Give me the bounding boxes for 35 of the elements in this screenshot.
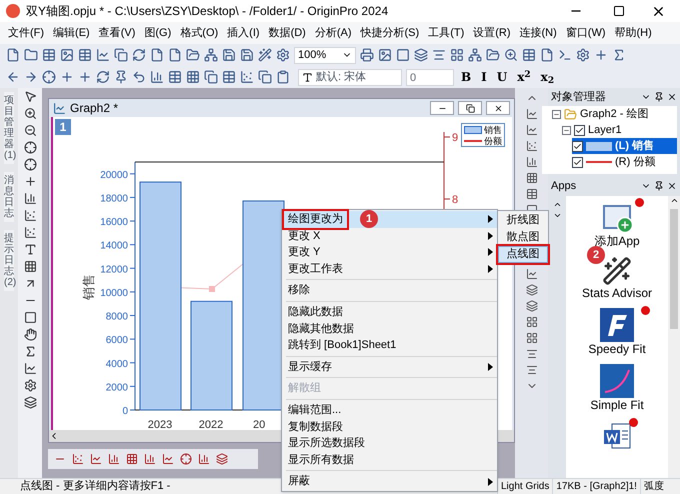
tree-label: Layer1 <box>588 122 622 138</box>
axis-tick-label: 0 <box>122 406 128 417</box>
axis-tick-label: 14000 <box>100 240 128 252</box>
app-label: Speedy Fit <box>588 342 646 356</box>
legend-label: 份额 <box>484 136 502 146</box>
legend-label: 销售 <box>484 124 502 134</box>
app-label: Stats Advisor <box>582 286 652 300</box>
graph-window-title: Graph2 * <box>70 100 120 117</box>
axis-tick-label: 12000 <box>100 264 128 276</box>
status-field: 弧度 <box>640 479 667 494</box>
axis-tick-label: 20 <box>253 419 266 431</box>
axis-title: 销售 <box>81 274 96 300</box>
axis-tick-label: 10000 <box>100 288 128 299</box>
panel-title: 对象管理器 <box>551 90 607 105</box>
window-title: 双Y轴图.opju * - C:\Users\ZSY\Desktop\ - /Folder1/ - OriginPro 2024 <box>26 3 390 20</box>
axis-tick-label: 2023 <box>148 419 172 431</box>
axis-tick-label: 4000 <box>106 358 128 370</box>
axis-tick-label: 9 <box>452 132 458 144</box>
callout-badge: 1 <box>360 210 378 228</box>
tree-label: (R) 份额 <box>615 154 656 170</box>
axis-tick-label: 6000 <box>106 335 128 346</box>
status-hint: 点线图 - 更多详细内容请按F1 - <box>20 480 170 492</box>
axis-tick-label: 18000 <box>100 193 128 204</box>
axis-tick-label: 20000 <box>100 170 128 181</box>
app-label: 添加App <box>594 234 640 248</box>
axis-tick-label: 16000 <box>100 217 128 228</box>
axis-tick-label: 2000 <box>106 382 128 394</box>
axis-tick-label: 2022 <box>198 419 224 431</box>
axis-tick-label: 8 <box>452 194 458 206</box>
panel-title: Apps <box>551 178 578 194</box>
axis-tick-label: 8000 <box>106 312 128 323</box>
tree-label: Graph2 - 绘图 <box>580 106 648 122</box>
tree-label: (L) 销售 <box>615 138 654 154</box>
app-label: Simple Fit <box>590 398 644 412</box>
status-field: 17KB - [Graph2]1! <box>552 479 640 494</box>
